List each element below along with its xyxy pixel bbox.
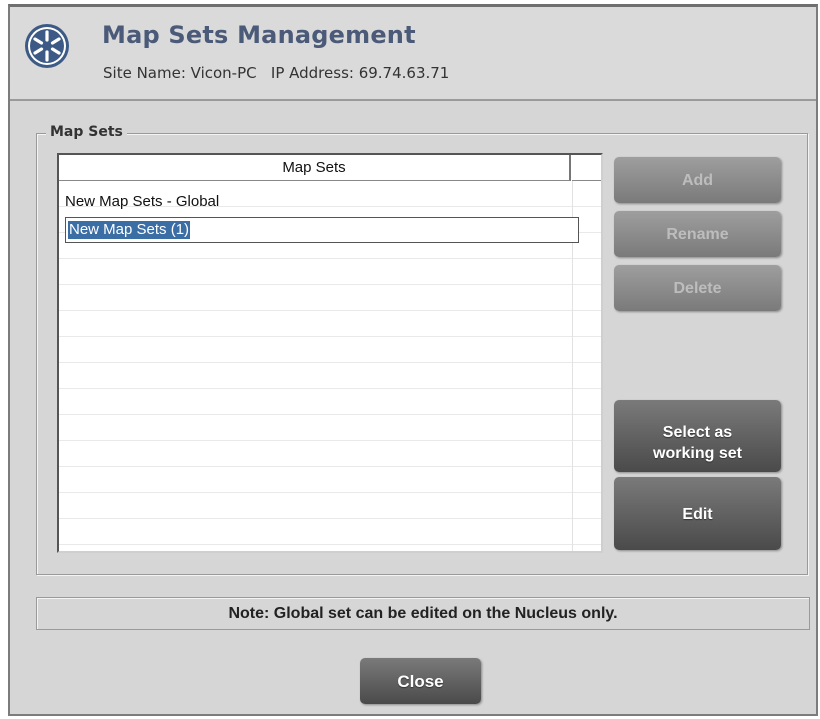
close-button[interactable]: Close — [360, 658, 481, 704]
vicon-logo-icon — [24, 23, 70, 69]
edit-button[interactable]: Edit — [614, 477, 781, 550]
map-sets-group-label: Map Sets — [46, 124, 127, 140]
note-text: Note: Global set can be edited on the Nu… — [36, 597, 810, 630]
selected-text: New Map Sets (1) — [68, 221, 191, 239]
delete-button[interactable]: Delete — [614, 265, 781, 311]
map-sets-dialog: Map Sets Management Site Name: Vicon-PC … — [8, 4, 818, 716]
add-button[interactable]: Add — [614, 157, 781, 203]
column-header-map-sets[interactable]: Map Sets — [59, 155, 571, 181]
column-header-filler — [572, 155, 601, 181]
map-sets-list[interactable]: Map Sets New Map Sets - Global New Map S… — [57, 153, 603, 553]
rename-edit-field[interactable]: New Map Sets (1) — [65, 217, 579, 243]
select-working-set-button[interactable]: Select as working set — [614, 400, 781, 472]
select-button-line1: Select as — [662, 424, 733, 441]
page-title: Map Sets Management — [102, 21, 416, 49]
rename-button[interactable]: Rename — [614, 211, 781, 257]
site-info: Site Name: Vicon-PC IP Address: 69.74.63… — [103, 64, 450, 82]
list-item[interactable]: New Map Sets - Global — [65, 189, 219, 214]
dialog-header: Map Sets Management Site Name: Vicon-PC … — [10, 7, 816, 101]
select-button-line2: working set — [653, 445, 742, 462]
